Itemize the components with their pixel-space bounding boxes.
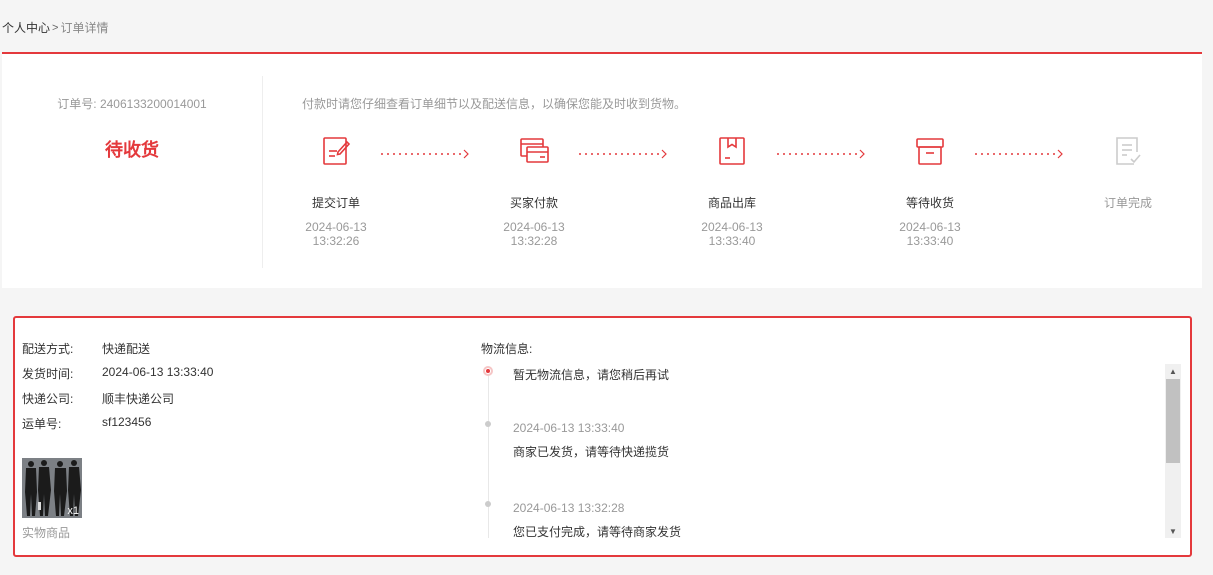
step-order-complete: 订单完成 bbox=[1078, 134, 1178, 211]
logistics-entry-text: 商家已发货，请等待快递揽货 bbox=[513, 445, 670, 459]
logistics-entry-time: 2024-06-13 13:32:28 bbox=[513, 501, 625, 515]
breadcrumb-current: 订单详情 bbox=[60, 21, 109, 35]
shipping-method-row: 配送方式: 快递配送 bbox=[22, 342, 151, 356]
tracking-number-row: 运单号: sf123456 bbox=[22, 415, 152, 431]
breadcrumb-separator: > bbox=[52, 21, 59, 34]
product-quantity: x1 bbox=[67, 505, 79, 517]
courier-company-row: 快递公司: 顺丰快递公司 bbox=[22, 392, 175, 406]
logistics-entry-time: 2024-06-13 13:33:40 bbox=[513, 421, 625, 435]
step-label: 订单完成 bbox=[1103, 196, 1152, 210]
timeline-line bbox=[488, 372, 489, 538]
logistics-scrollbar[interactable]: ▲ ▼ bbox=[1165, 364, 1181, 538]
edit-document-icon bbox=[320, 134, 352, 168]
step-time: 2024-06-13 13:32:28 bbox=[503, 220, 565, 248]
step-goods-outbound: 商品出库 2024-06-13 13:33:40 bbox=[682, 134, 782, 248]
shipping-detail-card: 配送方式: 快递配送 发货时间: 2024-06-13 13:33:40 快递公… bbox=[13, 316, 1192, 557]
step-time: 2024-06-13 13:32:26 bbox=[305, 220, 367, 248]
product-type: 实物商品 bbox=[22, 526, 71, 540]
logistics-entry-text: 您已支付完成，请等待商家发货 bbox=[513, 525, 682, 538]
progress-connector bbox=[974, 146, 1064, 162]
payment-tip: 付款时请您仔细查看订单细节以及配送信息，以确保您能及时收到货物。 bbox=[302, 97, 687, 111]
progress-connector bbox=[578, 146, 668, 162]
logistics-entry-text: 暂无物流信息，请您稍后再试 bbox=[513, 368, 670, 382]
box-receive-icon bbox=[914, 134, 946, 168]
order-status-card: 订单号: 2406133200014001 待收货 付款时请您仔细查看订单细节以… bbox=[2, 54, 1202, 288]
timeline-dot bbox=[485, 421, 491, 427]
order-number: 订单号: 2406133200014001 bbox=[2, 95, 262, 112]
ship-time-row: 发货时间: 2024-06-13 13:33:40 bbox=[22, 365, 214, 381]
progress-connector bbox=[776, 146, 866, 162]
logistics-title: 物流信息: bbox=[481, 342, 533, 356]
step-time: 2024-06-13 13:33:40 bbox=[899, 220, 961, 248]
timeline-dot bbox=[485, 501, 491, 507]
step-label: 提交订单 bbox=[311, 196, 360, 210]
breadcrumb-home-link[interactable]: 个人中心 bbox=[2, 19, 50, 36]
step-buyer-payment: 买家付款 2024-06-13 13:32:28 bbox=[484, 134, 584, 248]
step-label: 等待收货 bbox=[905, 196, 954, 210]
step-label: 商品出库 bbox=[707, 196, 756, 210]
order-complete-icon bbox=[1112, 134, 1144, 168]
step-time: 2024-06-13 13:33:40 bbox=[701, 220, 763, 248]
logistics-timeline[interactable]: 暂无物流信息，请您稍后再试 2024-06-13 13:33:40 商家已发货，… bbox=[481, 364, 1182, 538]
order-number-label: 订单号: bbox=[57, 97, 97, 111]
breadcrumb: 个人中心 > 订单详情 bbox=[2, 19, 108, 36]
timeline-dot-active bbox=[483, 366, 493, 376]
divider bbox=[262, 76, 263, 268]
order-status: 待收货 bbox=[105, 140, 159, 160]
payment-card-icon bbox=[518, 134, 550, 168]
scroll-up-icon[interactable]: ▲ bbox=[1165, 364, 1181, 378]
product-thumbnail[interactable]: x1 bbox=[22, 458, 82, 518]
step-label: 买家付款 bbox=[509, 196, 558, 210]
step-awaiting-receipt: 等待收货 2024-06-13 13:33:40 bbox=[880, 134, 980, 248]
step-submit-order: 提交订单 2024-06-13 13:32:26 bbox=[286, 134, 386, 248]
scroll-down-icon[interactable]: ▼ bbox=[1165, 524, 1181, 538]
progress-connector bbox=[380, 146, 470, 162]
scrollbar-thumb[interactable] bbox=[1166, 379, 1180, 463]
package-out-icon bbox=[716, 134, 748, 168]
order-number-value: 2406133200014001 bbox=[99, 97, 207, 111]
